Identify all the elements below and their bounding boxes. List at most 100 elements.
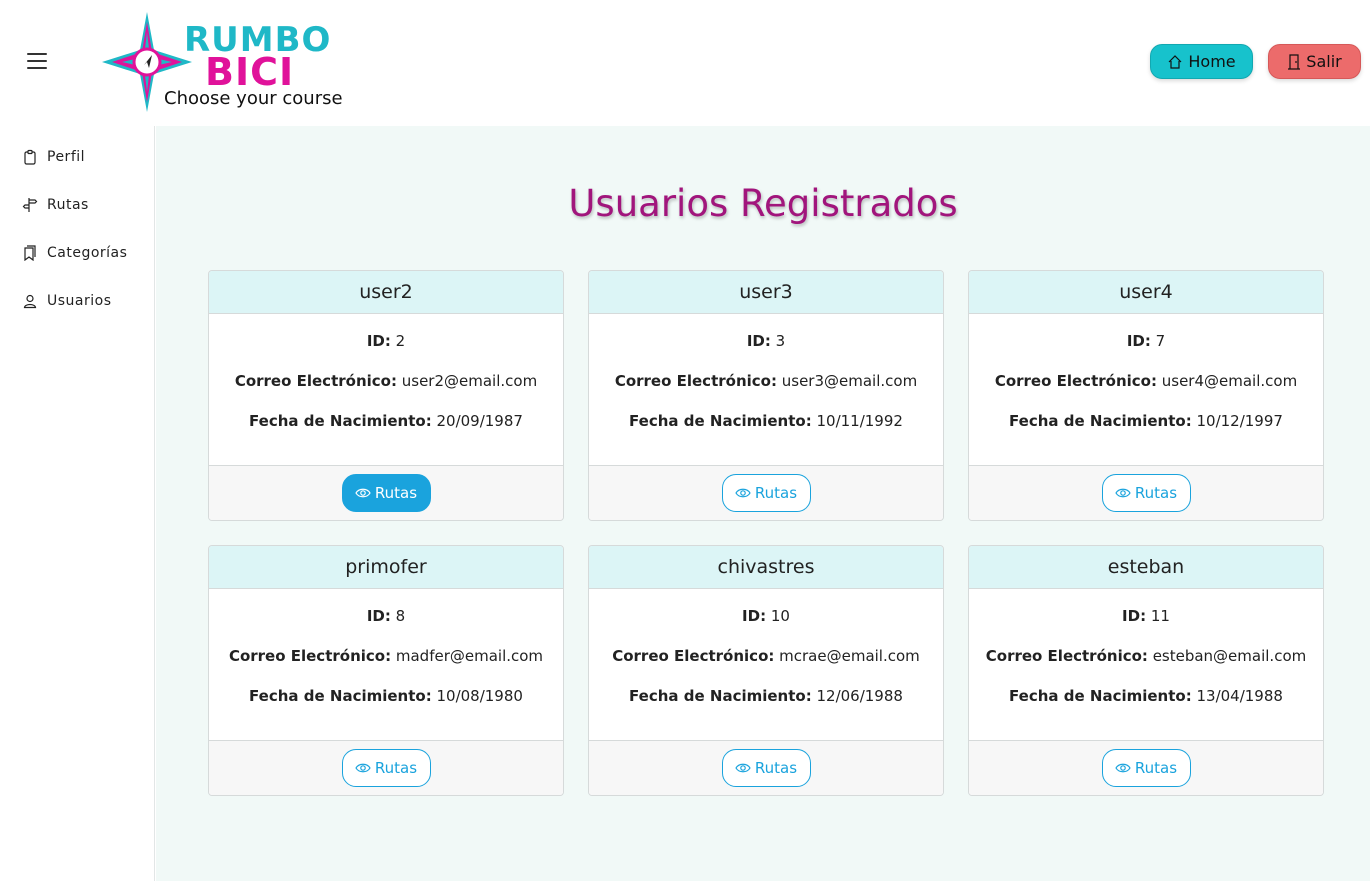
user-birth-value: 10/08/1980 — [436, 687, 523, 705]
logo[interactable]: RUMBO BICI Choose your course — [92, 12, 352, 112]
eye-icon — [735, 763, 751, 773]
clipboard-icon — [24, 149, 36, 165]
view-rutas-label: Rutas — [754, 484, 798, 502]
user-card-body: ID: 7 Correo Electrónico: user4@email.co… — [969, 314, 1323, 467]
sidebar-item-label: Perfil — [47, 149, 86, 165]
sidebar: Perfil Rutas Categorías Usuarios — [0, 126, 155, 881]
user-email-line: Correo Electrónico: madfer@email.com — [228, 647, 544, 665]
user-email-line: Correo Electrónico: user2@email.com — [234, 372, 538, 390]
view-rutas-button[interactable]: Rutas — [1101, 749, 1191, 787]
user-id-value: 3 — [775, 332, 786, 350]
view-rutas-button[interactable]: Rutas — [341, 749, 431, 787]
sidebar-item-categorias[interactable]: Categorías — [22, 242, 127, 264]
user-card-body: ID: 2 Correo Electrónico: user2@email.co… — [209, 314, 563, 467]
user-birth-line: Fecha de Nacimiento: 12/06/1988 — [629, 687, 903, 705]
view-rutas-label: Rutas — [374, 484, 418, 502]
user-email-line: Correo Electrónico: esteban@email.com — [985, 647, 1307, 665]
menu-toggle-icon[interactable] — [27, 53, 47, 71]
view-rutas-label: Rutas — [1134, 484, 1178, 502]
user-birth-value: 13/04/1988 — [1196, 687, 1283, 705]
house-icon — [1168, 54, 1182, 69]
user-email-line: Correo Electrónico: mcrae@email.com — [612, 647, 920, 665]
eye-icon — [735, 488, 751, 498]
user-card-footer: Rutas — [589, 740, 943, 795]
door-icon — [1288, 53, 1301, 70]
user-birth-value: 10/11/1992 — [816, 412, 903, 430]
user-email-line: Correo Electrónico: user4@email.com — [994, 372, 1298, 390]
user-card-footer: Rutas — [209, 740, 563, 795]
home-button[interactable]: Home — [1150, 44, 1253, 79]
user-email-value: mcrae@email.com — [779, 647, 920, 665]
user-email-value: madfer@email.com — [395, 647, 544, 665]
user-id-value: 7 — [1155, 332, 1166, 350]
logout-button-label: Salir — [1306, 52, 1342, 71]
sidebar-item-label: Usuarios — [47, 293, 112, 309]
view-rutas-button[interactable]: Rutas — [721, 749, 811, 787]
bookmarks-icon — [24, 245, 36, 261]
user-birth-line: Fecha de Nacimiento: 10/12/1997 — [1009, 412, 1283, 430]
signpost-icon — [22, 198, 38, 212]
user-birth-value: 12/06/1988 — [816, 687, 903, 705]
sidebar-item-usuarios[interactable]: Usuarios — [22, 290, 112, 312]
user-card: esteban ID: 11 Correo Electrónico: esteb… — [968, 545, 1324, 796]
eye-icon — [1115, 488, 1131, 498]
user-card-username: user4 — [969, 271, 1323, 314]
user-id-line: ID: 10 — [742, 607, 790, 625]
sidebar-item-label: Categorías — [47, 245, 128, 261]
user-card-footer: Rutas — [209, 465, 563, 520]
user-card: user3 ID: 3 Correo Electrónico: user3@em… — [588, 270, 944, 521]
user-id-line: ID: 11 — [1122, 607, 1170, 625]
user-email-value: user4@email.com — [1161, 372, 1298, 390]
user-card-username: chivastres — [589, 546, 943, 589]
view-rutas-label: Rutas — [374, 759, 418, 777]
view-rutas-label: Rutas — [1134, 759, 1178, 777]
user-card-footer: Rutas — [969, 465, 1323, 520]
view-rutas-button[interactable]: Rutas — [721, 474, 811, 512]
user-birth-line: Fecha de Nacimiento: 10/08/1980 — [249, 687, 523, 705]
user-card: primofer ID: 8 Correo Electrónico: madfe… — [208, 545, 564, 796]
main-content: Usuarios Registrados user2 ID: 2 Correo … — [156, 126, 1370, 881]
user-card-body: ID: 10 Correo Electrónico: mcrae@email.c… — [589, 589, 943, 742]
user-birth-line: Fecha de Nacimiento: 20/09/1987 — [249, 412, 523, 430]
eye-icon — [355, 488, 371, 498]
sidebar-item-label: Rutas — [47, 197, 89, 213]
user-card-username: esteban — [969, 546, 1323, 589]
page-title: Usuarios Registrados — [568, 182, 958, 225]
user-id-line: ID: 7 — [1126, 332, 1166, 350]
user-id-value: 10 — [770, 607, 790, 625]
user-id-line: ID: 8 — [366, 607, 406, 625]
header: RUMBO BICI Choose your course Home Salir — [0, 0, 1370, 126]
user-email-value: user3@email.com — [781, 372, 918, 390]
user-id-line: ID: 3 — [746, 332, 786, 350]
user-card-username: user3 — [589, 271, 943, 314]
user-birth-line: Fecha de Nacimiento: 13/04/1988 — [1009, 687, 1283, 705]
view-rutas-button[interactable]: Rutas — [341, 474, 431, 512]
user-card-body: ID: 3 Correo Electrónico: user3@email.co… — [589, 314, 943, 467]
user-id-line: ID: 2 — [366, 332, 406, 350]
view-rutas-label: Rutas — [754, 759, 798, 777]
user-email-line: Correo Electrónico: user3@email.com — [614, 372, 918, 390]
user-id-value: 2 — [395, 332, 406, 350]
sidebar-item-rutas[interactable]: Rutas — [22, 194, 89, 216]
user-card: user4 ID: 7 Correo Electrónico: user4@em… — [968, 270, 1324, 521]
user-card-body: ID: 8 Correo Electrónico: madfer@email.c… — [209, 589, 563, 742]
user-card: chivastres ID: 10 Correo Electrónico: mc… — [588, 545, 944, 796]
eye-icon — [355, 763, 371, 773]
user-card-body: ID: 11 Correo Electrónico: esteban@email… — [969, 589, 1323, 742]
user-birth-value: 10/12/1997 — [1196, 412, 1283, 430]
logo-tagline: Choose your course — [164, 88, 343, 109]
user-id-value: 11 — [1150, 607, 1170, 625]
logout-button[interactable]: Salir — [1268, 44, 1361, 79]
user-card-username: user2 — [209, 271, 563, 314]
sidebar-item-perfil[interactable]: Perfil — [22, 146, 85, 168]
eye-icon — [1115, 763, 1131, 773]
user-card: user2 ID: 2 Correo Electrónico: user2@em… — [208, 270, 564, 521]
user-birth-line: Fecha de Nacimiento: 10/11/1992 — [629, 412, 903, 430]
user-birth-value: 20/09/1987 — [436, 412, 523, 430]
user-card-footer: Rutas — [589, 465, 943, 520]
user-id-value: 8 — [395, 607, 406, 625]
user-card-footer: Rutas — [969, 740, 1323, 795]
user-email-value: user2@email.com — [401, 372, 538, 390]
view-rutas-button[interactable]: Rutas — [1101, 474, 1191, 512]
home-button-label: Home — [1188, 52, 1236, 71]
